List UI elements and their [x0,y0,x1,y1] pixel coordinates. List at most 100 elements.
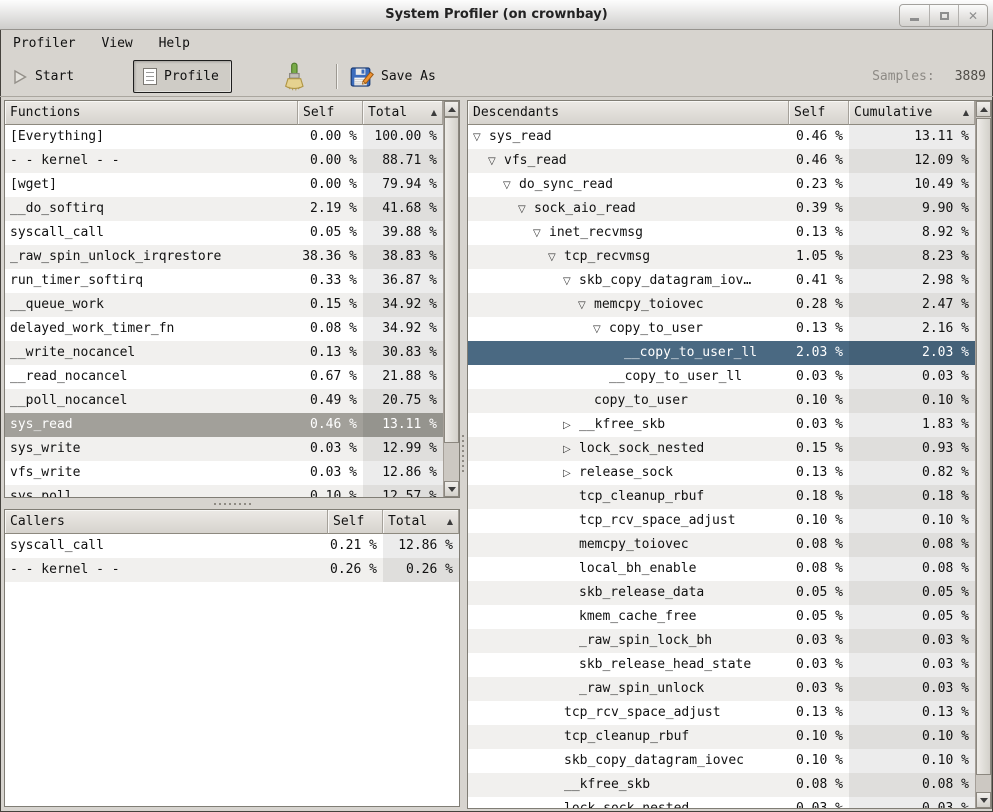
horizontal-splitter[interactable] [4,498,460,509]
expander-open-icon[interactable]: ▽ [533,222,549,245]
descendant-row[interactable]: skb_release_data0.05 %0.05 % [468,581,975,605]
descendant-row[interactable]: tcp_cleanup_rbuf0.18 %0.18 % [468,485,975,509]
vertical-splitter[interactable] [459,97,467,809]
scroll-up-button[interactable] [976,101,991,117]
expander-closed-icon[interactable]: ▷ [563,438,579,461]
function-name: inet_recvmsg [549,225,643,240]
function-row[interactable]: __do_softirq2.19 %41.68 % [5,197,443,221]
caller-row[interactable]: - - kernel - -0.26 %0.26 % [5,558,459,582]
caller-row[interactable]: syscall_call0.21 %12.86 % [5,534,459,558]
function-row[interactable]: [wget]0.00 %79.94 % [5,173,443,197]
function-row[interactable]: __poll_nocancel0.49 %20.75 % [5,389,443,413]
function-row[interactable]: syscall_call0.05 %39.88 % [5,221,443,245]
column-header-self[interactable]: Self [328,510,383,534]
function-name: tcp_rcv_space_adjust [579,513,736,528]
profile-toggle-button[interactable]: Profile [133,60,232,93]
function-row[interactable]: __write_nocancel0.13 %30.83 % [5,341,443,365]
descendant-row[interactable]: _raw_spin_unlock0.03 %0.03 % [468,677,975,701]
function-row[interactable]: delayed_work_timer_fn0.08 %34.92 % [5,317,443,341]
grip-dot [234,503,236,505]
expander-closed-icon[interactable]: ▷ [563,414,579,437]
descendant-row[interactable]: ▷lock_sock_nested0.15 %0.93 % [468,437,975,461]
function-row[interactable]: _raw_spin_unlock_irqrestore38.36 %38.83 … [5,245,443,269]
minimize-button[interactable] [900,5,929,26]
scroll-up-button[interactable] [444,101,459,117]
column-header-self[interactable]: Self [298,101,363,125]
expander-open-icon[interactable]: ▽ [473,126,489,149]
descendant-row[interactable]: ▽inet_recvmsg0.13 %8.92 % [468,221,975,245]
expander-open-icon[interactable]: ▽ [548,246,564,269]
menu-profiler[interactable]: Profiler [4,30,85,57]
function-row[interactable]: sys_read0.46 %13.11 % [5,413,443,437]
descendant-row[interactable]: ▽tcp_recvmsg1.05 %8.23 % [468,245,975,269]
maximize-button[interactable] [929,5,958,26]
function-row-name: [Everything] [5,125,298,149]
function-row[interactable]: [Everything]0.00 %100.00 % [5,125,443,149]
scrollbar-thumb[interactable] [444,117,459,443]
function-row[interactable]: run_timer_softirq0.33 %36.87 % [5,269,443,293]
menu-help[interactable]: Help [150,30,199,57]
scroll-down-button[interactable] [444,481,459,497]
function-row-name: syscall_call [5,221,298,245]
function-row-self: 0.00 % [298,173,363,197]
column-header-functions[interactable]: Functions [5,101,298,125]
expander-open-icon[interactable]: ▽ [488,150,504,173]
descendant-row[interactable]: ▽memcpy_toiovec0.28 %2.47 % [468,293,975,317]
menu-view[interactable]: View [92,30,141,57]
column-header-total[interactable]: Total▲ [383,510,459,534]
descendant-row[interactable]: ▽do_sync_read0.23 %10.49 % [468,173,975,197]
scroll-down-button[interactable] [976,792,991,808]
descendant-row[interactable]: local_bh_enable0.08 %0.08 % [468,557,975,581]
function-row[interactable]: sys_write0.03 %12.99 % [5,437,443,461]
scrollbar-thumb[interactable] [976,118,991,775]
function-row[interactable]: - - kernel - -0.00 %88.71 % [5,149,443,173]
descendant-row[interactable]: ▷__kfree_skb0.03 %1.83 % [468,413,975,437]
functions-scrollbar[interactable] [443,101,459,497]
descendant-row[interactable]: __copy_to_user_ll0.03 %0.03 % [468,365,975,389]
expander-open-icon[interactable]: ▽ [593,318,609,341]
expander-open-icon[interactable]: ▽ [578,294,594,317]
close-button[interactable]: ✕ [958,5,987,26]
function-row[interactable]: sys_poll0.10 %12.57 % [5,485,443,497]
titlebar[interactable]: System Profiler (on crownbay) ✕ [0,0,993,30]
descendant-row[interactable]: ▷release_sock0.13 %0.82 % [468,461,975,485]
descendant-row-cumulative: 0.08 % [849,557,975,581]
column-header-total[interactable]: Total▲ [363,101,443,125]
descendant-row[interactable]: copy_to_user0.10 %0.10 % [468,389,975,413]
function-row[interactable]: __queue_work0.15 %34.92 % [5,293,443,317]
descendant-row[interactable]: lock_sock_nested0.03 %0.03 % [468,797,975,808]
descendant-row[interactable]: _raw_spin_lock_bh0.03 %0.03 % [468,629,975,653]
expander-closed-icon[interactable]: ▷ [563,462,579,485]
descendant-row[interactable]: ▽skb_copy_datagram_iov…0.41 %2.98 % [468,269,975,293]
column-header-descendants[interactable]: Descendants [468,101,789,125]
descendant-row[interactable]: ▽copy_to_user0.13 %2.16 % [468,317,975,341]
descendant-row[interactable]: memcpy_toiovec0.08 %0.08 % [468,533,975,557]
descendant-row[interactable]: tcp_rcv_space_adjust0.10 %0.10 % [468,509,975,533]
descendant-row-self: 0.03 % [789,365,849,389]
descendants-scrollbar[interactable] [975,101,991,808]
expander-open-icon[interactable]: ▽ [563,270,579,293]
descendant-row[interactable]: kmem_cache_free0.05 %0.05 % [468,605,975,629]
descendant-row[interactable]: ▽sock_aio_read0.39 %9.90 % [468,197,975,221]
descendant-row[interactable]: ▽sys_read0.46 %13.11 % [468,125,975,149]
reset-button[interactable] [283,57,305,96]
column-header-callers[interactable]: Callers [5,510,328,534]
expander-open-icon[interactable]: ▽ [503,174,519,197]
descendant-row[interactable]: skb_copy_datagram_iovec0.10 %0.10 % [468,749,975,773]
descendant-row[interactable]: tcp_cleanup_rbuf0.10 %0.10 % [468,725,975,749]
descendant-row[interactable]: __kfree_skb0.08 %0.08 % [468,773,975,797]
window-controls: ✕ [899,4,988,27]
start-button[interactable]: Start [12,57,74,96]
descendant-row[interactable]: tcp_rcv_space_adjust0.13 %0.13 % [468,701,975,725]
save-as-button[interactable]: Save As [350,57,436,96]
descendant-row[interactable]: __copy_to_user_ll2.03 %2.03 % [468,341,975,365]
descendant-row[interactable]: ▽vfs_read0.46 %12.09 % [468,149,975,173]
descendant-row-name: ▽inet_recvmsg [468,221,789,245]
descendant-row[interactable]: skb_release_head_state0.03 %0.03 % [468,653,975,677]
function-row[interactable]: __read_nocancel0.67 %21.88 % [5,365,443,389]
expander-open-icon[interactable]: ▽ [518,198,534,221]
function-name: release_sock [579,465,673,480]
column-header-self[interactable]: Self [789,101,849,125]
function-row[interactable]: vfs_write0.03 %12.86 % [5,461,443,485]
column-header-cumulative[interactable]: Cumulative▲ [849,101,975,125]
